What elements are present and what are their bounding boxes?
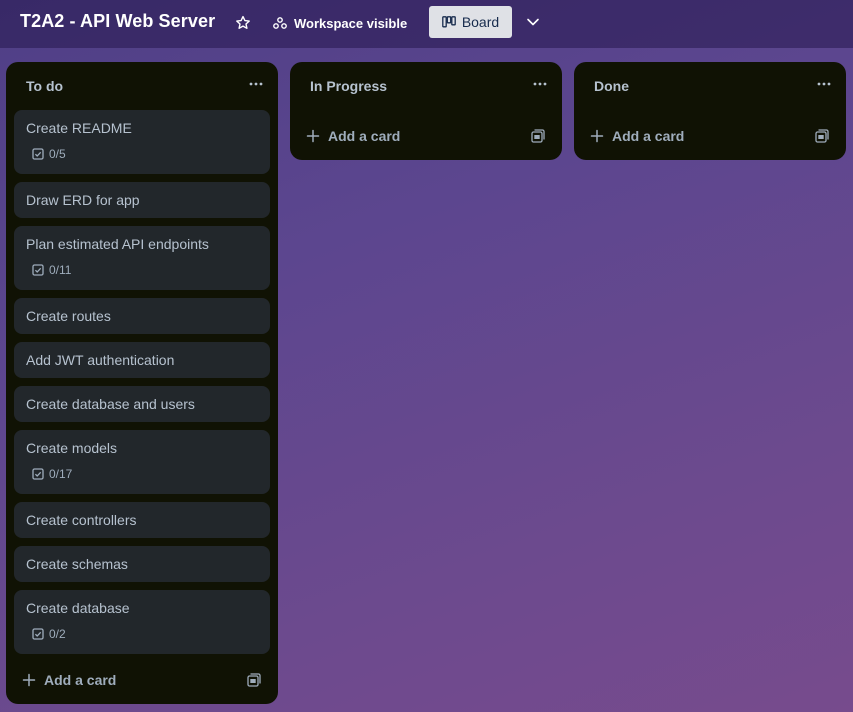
more-icon bbox=[817, 82, 831, 86]
create-from-template-button[interactable] bbox=[246, 672, 262, 688]
card[interactable]: Create schemas bbox=[14, 546, 270, 582]
card[interactable]: Plan estimated API endpoints 0/11 bbox=[14, 226, 270, 290]
card[interactable]: Create controllers bbox=[14, 502, 270, 538]
checklist-icon bbox=[32, 628, 44, 640]
checklist-badge: 0/17 bbox=[32, 467, 72, 481]
checklist-count: 0/5 bbox=[49, 147, 66, 161]
add-card-button[interactable]: Add a card bbox=[306, 124, 400, 148]
list-title[interactable]: In Progress bbox=[310, 78, 387, 94]
checklist-count: 0/2 bbox=[49, 627, 66, 641]
card[interactable]: Create database and users bbox=[14, 386, 270, 422]
more-icon bbox=[249, 82, 263, 86]
card[interactable]: Create models 0/17 bbox=[14, 430, 270, 494]
board-header: T2A2 - API Web Server Workspace visible … bbox=[0, 0, 853, 48]
star-icon bbox=[236, 15, 250, 29]
card-title: Draw ERD for app bbox=[26, 192, 140, 208]
add-card-label: Add a card bbox=[328, 128, 401, 144]
visibility-label: Workspace visible bbox=[294, 15, 408, 31]
card-title: Create routes bbox=[26, 308, 111, 324]
create-from-template-button[interactable] bbox=[530, 128, 546, 144]
board-view-button[interactable]: Board bbox=[429, 6, 512, 38]
card-template-icon bbox=[531, 129, 545, 143]
create-from-template-button[interactable] bbox=[814, 128, 830, 144]
checklist-count: 0/11 bbox=[49, 263, 72, 277]
checklist-icon bbox=[32, 264, 44, 276]
view-switcher-button[interactable] bbox=[522, 10, 544, 34]
plus-icon bbox=[590, 129, 604, 143]
card-template-icon bbox=[247, 673, 261, 687]
list-to-do: To do Create README 0/5 Draw ERD for app… bbox=[6, 62, 278, 704]
checklist-icon bbox=[32, 148, 44, 160]
board-title[interactable]: T2A2 - API Web Server bbox=[20, 11, 215, 32]
card-title: Create database and users bbox=[26, 396, 195, 412]
card[interactable]: Draw ERD for app bbox=[14, 182, 270, 218]
card-title: Create schemas bbox=[26, 556, 128, 572]
checklist-badge: 0/11 bbox=[32, 263, 71, 277]
plus-icon bbox=[306, 129, 320, 143]
more-icon bbox=[533, 82, 547, 86]
checklist-count: 0/17 bbox=[49, 467, 73, 481]
card[interactable]: Create database 0/2 bbox=[14, 590, 270, 654]
add-card-button[interactable]: Add a card bbox=[590, 124, 684, 148]
card[interactable]: Add JWT authentication bbox=[14, 342, 270, 378]
visibility-button[interactable]: Workspace visible bbox=[272, 10, 407, 36]
card-title: Create models bbox=[26, 440, 118, 456]
card-title: Plan estimated API endpoints bbox=[26, 236, 209, 252]
add-card-label: Add a card bbox=[44, 672, 117, 688]
card[interactable]: Create README 0/5 bbox=[14, 110, 270, 174]
checklist-icon bbox=[32, 468, 44, 480]
card-title: Create controllers bbox=[26, 512, 137, 528]
card-title: Add JWT authentication bbox=[26, 352, 175, 368]
board-view-label: Board bbox=[461, 14, 500, 30]
checklist-badge: 0/2 bbox=[32, 627, 66, 641]
checklist-badge: 0/5 bbox=[32, 147, 66, 161]
list-in-progress: In Progress Add a card bbox=[290, 62, 562, 160]
add-card-button[interactable]: Add a card bbox=[22, 668, 116, 692]
card[interactable]: Create routes bbox=[14, 298, 270, 334]
workspace-icon bbox=[273, 17, 287, 29]
list-done: Done Add a card bbox=[574, 62, 846, 160]
card-title: Create database bbox=[26, 600, 130, 616]
card-title: Create README bbox=[26, 120, 132, 136]
list-menu-button[interactable] bbox=[246, 76, 266, 92]
card-template-icon bbox=[815, 129, 829, 143]
plus-icon bbox=[22, 673, 36, 687]
list-title[interactable]: Done bbox=[594, 78, 629, 94]
add-card-label: Add a card bbox=[612, 128, 685, 144]
list-menu-button[interactable] bbox=[814, 76, 834, 92]
star-button[interactable] bbox=[232, 12, 254, 34]
list-menu-button[interactable] bbox=[530, 76, 550, 92]
chevron-down-icon bbox=[527, 18, 539, 26]
board-icon bbox=[441, 16, 456, 28]
list-title[interactable]: To do bbox=[26, 78, 63, 94]
